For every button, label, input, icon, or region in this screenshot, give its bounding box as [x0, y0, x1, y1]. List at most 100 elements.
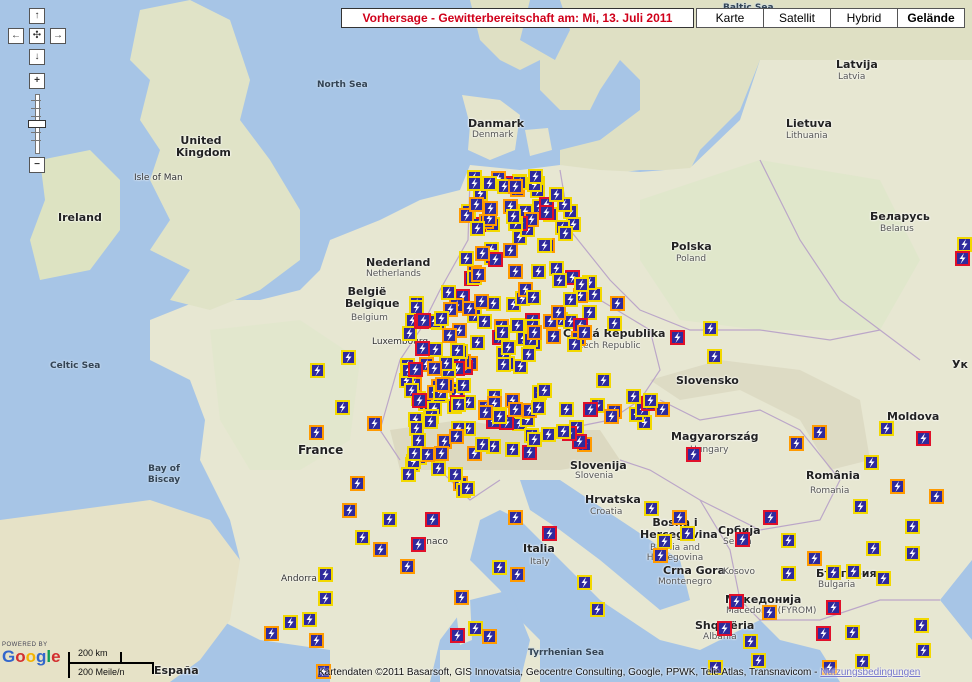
- pan-up-button[interactable]: ↑: [29, 8, 45, 24]
- storm-marker[interactable]: [475, 437, 490, 452]
- storm-marker[interactable]: [309, 633, 324, 648]
- pan-center-button[interactable]: ✣: [29, 28, 45, 44]
- storm-marker[interactable]: [583, 402, 598, 417]
- storm-marker[interactable]: [482, 629, 497, 644]
- storm-marker[interactable]: [890, 479, 905, 494]
- storm-marker[interactable]: [434, 446, 449, 461]
- storm-marker[interactable]: [604, 409, 619, 424]
- zoom-slider-thumb[interactable]: [28, 120, 46, 128]
- storm-marker[interactable]: [355, 530, 370, 545]
- storm-marker[interactable]: [434, 311, 449, 326]
- storm-marker[interactable]: [527, 325, 542, 340]
- storm-marker[interactable]: [468, 621, 483, 636]
- storm-marker[interactable]: [451, 397, 466, 412]
- storm-marker[interactable]: [527, 432, 542, 447]
- storm-marker[interactable]: [644, 501, 659, 516]
- storm-marker[interactable]: [957, 237, 972, 252]
- storm-marker[interactable]: [503, 243, 518, 258]
- storm-marker[interactable]: [411, 537, 426, 552]
- storm-marker[interactable]: [508, 510, 523, 525]
- storm-marker[interactable]: [470, 335, 485, 350]
- storm-marker[interactable]: [492, 409, 507, 424]
- storm-marker[interactable]: [435, 377, 450, 392]
- storm-marker[interactable]: [905, 546, 920, 561]
- storm-marker[interactable]: [496, 357, 511, 372]
- storm-marker[interactable]: [302, 612, 317, 627]
- storm-marker[interactable]: [807, 551, 822, 566]
- storm-marker[interactable]: [537, 383, 552, 398]
- storm-marker[interactable]: [508, 264, 523, 279]
- storm-marker[interactable]: [423, 414, 438, 429]
- storm-marker[interactable]: [448, 467, 463, 482]
- storm-marker[interactable]: [501, 340, 516, 355]
- storm-marker[interactable]: [492, 560, 507, 575]
- storm-marker[interactable]: [546, 329, 561, 344]
- storm-marker[interactable]: [427, 361, 442, 376]
- storm-marker[interactable]: [460, 481, 475, 496]
- storm-marker[interactable]: [470, 221, 485, 236]
- storm-marker[interactable]: [559, 402, 574, 417]
- storm-marker[interactable]: [341, 350, 356, 365]
- storm-marker[interactable]: [916, 431, 931, 446]
- storm-marker[interactable]: [866, 541, 881, 556]
- storm-marker[interactable]: [607, 316, 622, 331]
- storm-marker[interactable]: [505, 442, 520, 457]
- pan-down-button[interactable]: ↓: [29, 49, 45, 65]
- storm-marker[interactable]: [521, 347, 536, 362]
- storm-marker[interactable]: [653, 548, 668, 563]
- storm-marker[interactable]: [703, 321, 718, 336]
- storm-marker[interactable]: [416, 313, 431, 328]
- storm-marker[interactable]: [522, 445, 537, 460]
- storm-marker[interactable]: [558, 226, 573, 241]
- storm-marker[interactable]: [905, 519, 920, 534]
- storm-marker[interactable]: [442, 328, 457, 343]
- pan-left-button[interactable]: ←: [8, 28, 24, 44]
- storm-marker[interactable]: [876, 571, 891, 586]
- storm-marker[interactable]: [626, 389, 641, 404]
- zoom-out-button[interactable]: −: [29, 157, 45, 173]
- storm-marker[interactable]: [955, 251, 970, 266]
- storm-marker[interactable]: [367, 416, 382, 431]
- storm-marker[interactable]: [508, 402, 523, 417]
- storm-marker[interactable]: [506, 209, 521, 224]
- map-type-gelande-button[interactable]: Gelände: [897, 8, 965, 28]
- storm-marker[interactable]: [483, 201, 498, 216]
- storm-marker[interactable]: [577, 325, 592, 340]
- storm-marker[interactable]: [707, 349, 722, 364]
- storm-marker[interactable]: [577, 575, 592, 590]
- terms-link[interactable]: Nutzungsbedingungen: [820, 667, 920, 678]
- google-logo[interactable]: POWERED BY Google: [2, 642, 61, 666]
- storm-marker[interactable]: [407, 446, 422, 461]
- storm-marker[interactable]: [477, 314, 492, 329]
- storm-marker[interactable]: [735, 532, 750, 547]
- map-type-karte-button[interactable]: Karte: [696, 8, 764, 28]
- storm-marker[interactable]: [283, 615, 298, 630]
- storm-marker[interactable]: [342, 503, 357, 518]
- storm-marker[interactable]: [686, 447, 701, 462]
- storm-marker[interactable]: [541, 427, 556, 442]
- storm-marker[interactable]: [420, 447, 435, 462]
- storm-marker[interactable]: [751, 653, 766, 668]
- storm-marker[interactable]: [846, 564, 861, 579]
- storm-marker[interactable]: [478, 405, 493, 420]
- storm-marker[interactable]: [743, 634, 758, 649]
- storm-marker[interactable]: [812, 425, 827, 440]
- storm-marker[interactable]: [454, 590, 469, 605]
- storm-marker[interactable]: [431, 461, 446, 476]
- storm-marker[interactable]: [853, 499, 868, 514]
- storm-marker[interactable]: [415, 341, 430, 356]
- storm-marker[interactable]: [475, 246, 490, 261]
- storm-marker[interactable]: [510, 318, 525, 333]
- storm-marker[interactable]: [528, 169, 543, 184]
- zoom-slider[interactable]: [28, 94, 46, 154]
- map-canvas[interactable]: North Sea Celtic Sea Bay of Biscay Tyrrh…: [0, 0, 972, 682]
- storm-marker[interactable]: [531, 264, 546, 279]
- storm-marker[interactable]: [526, 290, 541, 305]
- storm-marker[interactable]: [729, 594, 744, 609]
- storm-marker[interactable]: [762, 605, 777, 620]
- storm-marker[interactable]: [610, 296, 625, 311]
- storm-marker[interactable]: [401, 467, 416, 482]
- storm-marker[interactable]: [310, 363, 325, 378]
- storm-marker[interactable]: [318, 567, 333, 582]
- storm-marker[interactable]: [789, 436, 804, 451]
